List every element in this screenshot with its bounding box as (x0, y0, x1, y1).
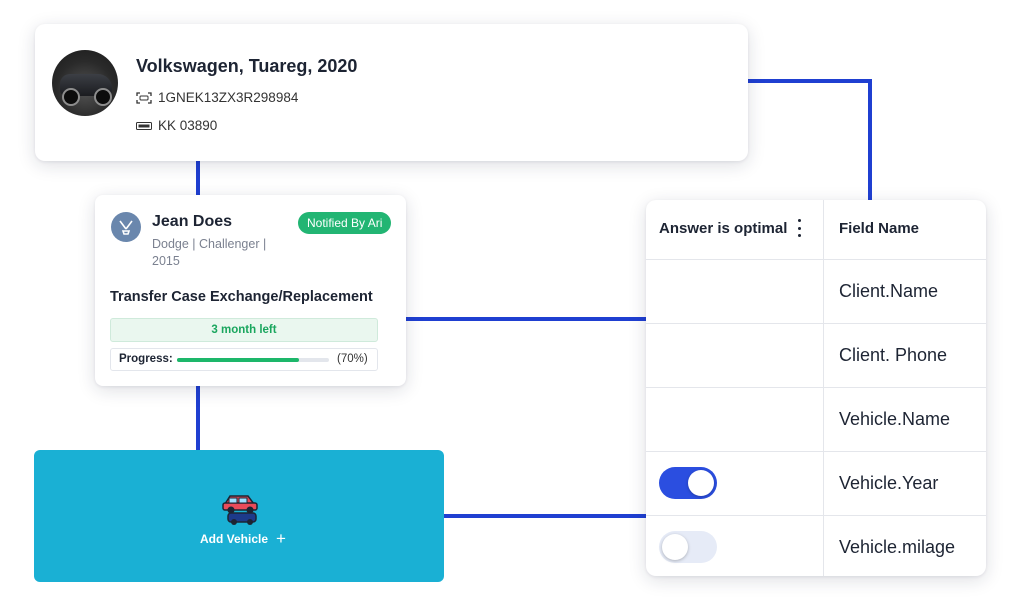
field-name-cell: Vehicle.milage (839, 537, 956, 557)
row-divider (646, 387, 986, 388)
customer-name: Jean Does (152, 213, 233, 230)
add-vehicle-label: Add Vehicle (200, 532, 269, 546)
column-header-answer: Answer is optimal (659, 220, 788, 237)
field-name-cell: Vehicle.Name (839, 409, 951, 429)
kebab-menu-icon[interactable] (796, 219, 802, 237)
row-divider (646, 259, 986, 260)
progress-label: Progress: (119, 353, 173, 365)
connector-vehicle-to-job (196, 160, 200, 196)
tools-icon (119, 220, 133, 235)
connector-add-vehicle-to-table (444, 514, 646, 518)
vehicle-title: Volkswagen, Tuareg, 2020 (136, 56, 358, 76)
connector-vehicle-to-table-h (748, 79, 872, 83)
toggle-vehicle-year[interactable] (659, 467, 717, 499)
field-name-cell: Vehicle.Year (839, 473, 939, 493)
column-header-field-name: Field Name (839, 220, 920, 237)
add-vehicle-button[interactable]: Add Vehicle + (200, 529, 286, 548)
field-name-cell: Client.Name (839, 281, 939, 301)
vehicle-photo (52, 50, 118, 116)
vehicle-vin: 1GNEK13ZX3R298984 (158, 90, 299, 105)
connector-vehicle-to-table-v (868, 79, 872, 201)
progress-bar-fill (177, 358, 299, 362)
row-divider (646, 323, 986, 324)
add-vehicle-tile[interactable]: Add Vehicle + (34, 450, 444, 582)
toggle-knob (662, 534, 688, 560)
plus-icon: + (276, 529, 286, 548)
time-left-banner: 3 month left (110, 318, 378, 342)
progress-value: (70%) (337, 353, 368, 365)
connector-job-to-table (406, 317, 646, 321)
mechanic-avatar (111, 212, 141, 242)
vehicle-card[interactable]: Volkswagen, Tuareg, 2020 1GNEK13ZX3R2989… (35, 24, 748, 161)
job-title: Transfer Case Exchange/Replacement (110, 289, 373, 305)
progress-box: Progress: (70%) (110, 348, 378, 371)
job-card[interactable]: Jean Does Dodge | Challenger | 2015 Noti… (95, 195, 406, 386)
connector-job-to-add-vehicle (196, 386, 200, 451)
field-name-cell: Client. Phone (839, 345, 948, 365)
vehicle-vin-row: 1GNEK13ZX3R298984 (136, 90, 298, 105)
vin-scan-icon (136, 91, 152, 104)
cars-icon (222, 495, 258, 525)
toggle-vehicle-milage[interactable] (659, 531, 717, 563)
notified-badge: Notified By Ari (298, 212, 392, 234)
row-divider (646, 451, 986, 452)
column-divider (823, 200, 824, 576)
field-table: Answer is optimal Field Name Client.Name… (646, 200, 986, 576)
customer-vehicle-meta: Dodge | Challenger | 2015 (152, 237, 267, 268)
license-plate-icon (136, 121, 152, 130)
progress-bar (177, 358, 329, 362)
vehicle-plate: KK 03890 (158, 118, 218, 133)
toggle-knob (688, 470, 714, 496)
vehicle-plate-row: KK 03890 (136, 118, 217, 133)
row-divider (646, 515, 986, 516)
